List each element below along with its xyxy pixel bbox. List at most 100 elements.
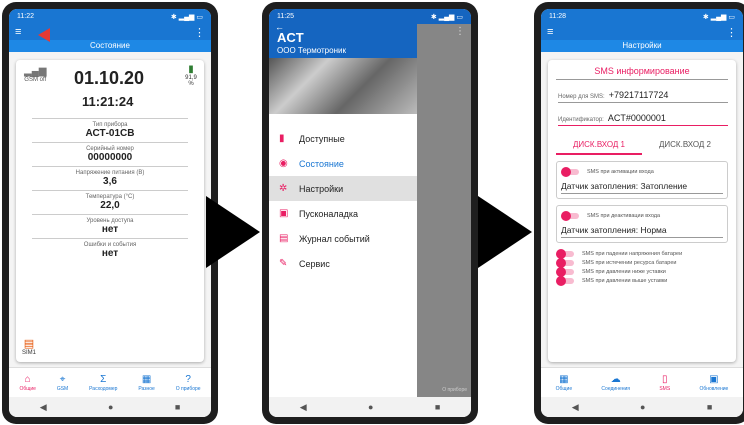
menu-item-commissioning[interactable]: ▣ Пусконаладка: [269, 201, 417, 226]
phone-settings: 11:28 ✱ ▂▄▆ ▭ ≡ ⋮ Настройки SMS информир…: [534, 2, 744, 424]
toggle-switch[interactable]: [561, 167, 579, 177]
nav-sms[interactable]: ▯ SMS: [659, 374, 670, 392]
system-navigation: ◀ ● ■: [541, 397, 743, 417]
phone-status: 11:22 ✱ ▂▄▆ ▭ ≡ ⋮ Состояние ▂▄▆ GSM off …: [2, 2, 218, 424]
nav-general[interactable]: ⌂ Общие: [19, 374, 35, 392]
menu-label: Состояние: [299, 158, 344, 169]
nav-connections[interactable]: ☁ Соединения: [601, 374, 630, 392]
dimmed-background[interactable]: ⋮ О приборе: [417, 24, 471, 397]
phone-drawer: 11:25 ✱ ▂▄▆ ▭ ← ACT ООО Термотроник ▮ Дос…: [262, 2, 478, 424]
nav-about[interactable]: ? О приборе: [176, 374, 201, 392]
home-button-icon[interactable]: ●: [368, 402, 373, 412]
nav-label: Разное: [138, 385, 155, 392]
drawer-header: ← ACT ООО Термотроник: [269, 24, 417, 114]
field-label: Номер для SMS:: [558, 94, 605, 100]
toggle-label: SMS при истечении ресурса батареи: [582, 260, 677, 266]
nav-gsm[interactable]: ⌖ GSM: [57, 374, 68, 392]
sms-settings-card: SMS информирование Номер для SMS: +79217…: [548, 60, 736, 362]
recents-icon[interactable]: ■: [175, 402, 180, 412]
deactivation-message-field[interactable]: Датчик затопления: Норма: [561, 222, 723, 238]
nav-label: Общие: [555, 385, 573, 392]
nav-label: Обновление: [699, 385, 729, 392]
back-icon[interactable]: ◀: [300, 402, 307, 413]
menu-label: Пусконаладка: [299, 208, 359, 219]
sms-number-field[interactable]: Номер для SMS: +79217117724: [558, 90, 728, 103]
nav-misc[interactable]: ▦ Разное: [138, 374, 155, 392]
signal-battery-icons: ✱ ▂▄▆ ▭: [170, 13, 203, 21]
nav-update[interactable]: ▣ Обновление: [699, 374, 728, 392]
status-bar: 11:28 ✱ ▂▄▆ ▭: [541, 9, 743, 24]
menu-label: Сервис: [299, 258, 330, 269]
app-bar: ≡ ⋮: [541, 24, 743, 40]
more-icon[interactable]: ⋮: [726, 26, 737, 39]
next-step-arrow-icon: [478, 196, 532, 268]
menu-item-service[interactable]: ✎ Сервис: [269, 251, 417, 276]
menu-label: Доступные: [299, 133, 345, 144]
toggle-switch[interactable]: [556, 267, 574, 277]
menu-label: Настройки: [299, 183, 344, 194]
home-button-icon[interactable]: ●: [108, 402, 113, 412]
battery-icon: ▮: [188, 64, 194, 75]
info-value: 22,0: [100, 200, 120, 211]
deactivation-toggle[interactable]: SMS при деактивации входа: [561, 211, 723, 221]
home-icon: ⌂: [24, 373, 31, 385]
menu-icon[interactable]: ≡: [15, 26, 21, 38]
field-value: +79217117724: [608, 90, 669, 100]
toggle-label: SMS при деактивации входа: [587, 213, 661, 219]
signal-battery-icons: ✱ ▂▄▆ ▭: [702, 13, 735, 21]
field-value: ACT#0000001: [607, 113, 666, 123]
identifier-field[interactable]: Идентификатор: ACT#0000001: [558, 113, 728, 126]
recents-icon[interactable]: ■: [707, 402, 712, 412]
more-icon[interactable]: ⋮: [194, 26, 205, 39]
toggle-switch[interactable]: [556, 258, 574, 268]
info-row: Температура (°С) 22,0: [32, 190, 188, 214]
battery-expiry-toggle[interactable]: SMS при истечении ресурса батареи: [556, 258, 728, 268]
menu-item-settings[interactable]: ✲ Настройки: [269, 176, 417, 201]
system-navigation: ◀ ● ■: [9, 397, 211, 417]
tab-input-1[interactable]: ДИСК.ВХОД 1: [556, 136, 642, 155]
menu-item-status[interactable]: ◉ Состояние: [269, 151, 417, 176]
menu-icon[interactable]: ≡: [547, 26, 553, 38]
pressure-low-toggle[interactable]: SMS при давлении ниже уставки: [556, 267, 728, 277]
tab-input-2[interactable]: ДИСК.ВХОД 2: [642, 136, 728, 155]
menu-label: Журнал событий: [299, 233, 370, 244]
toggle-label: SMS при активации входа: [587, 169, 654, 175]
home-button-icon[interactable]: ●: [640, 402, 645, 412]
activation-toggle[interactable]: SMS при активации входа: [561, 167, 723, 177]
settings-icon: ✲: [279, 183, 288, 194]
pressure-high-toggle[interactable]: SMS при давлении выше уставки: [556, 276, 728, 286]
input-tabs: ДИСК.ВХОД 1 ДИСК.ВХОД 2: [556, 136, 728, 155]
screen-settings: 11:28 ✱ ▂▄▆ ▭ ≡ ⋮ Настройки SMS информир…: [541, 9, 743, 417]
nav-label: SMS: [659, 385, 671, 392]
status-bar: 11:25 ✱ ▂▄▆ ▭: [269, 9, 471, 24]
grid-icon: ▦: [141, 373, 152, 385]
next-step-arrow-icon: [206, 196, 260, 268]
nav-flowmeter[interactable]: Σ Расходомер: [89, 374, 117, 392]
nav-label: Расходомер: [89, 385, 118, 392]
cloud-icon: ☁: [610, 373, 621, 385]
battery-indicator: ▮ 91,9 %: [184, 64, 198, 87]
recents-icon[interactable]: ■: [435, 402, 440, 412]
toggle-switch[interactable]: [561, 211, 579, 221]
info-row: Напряжение питания (В) 3,6: [32, 166, 188, 190]
tool-icon: ▣: [279, 208, 289, 219]
gsm-label: GSM off: [24, 77, 47, 83]
bottom-navigation: ⌂ Общие ⌖ GSM Σ Расходомер ▦ Разное ? О прибо…: [9, 367, 211, 397]
signal-icon: ▂▄▆: [24, 66, 47, 77]
screen-drawer: 11:25 ✱ ▂▄▆ ▭ ← ACT ООО Термотроник ▮ Дос…: [269, 9, 471, 417]
menu-item-available[interactable]: ▮ Доступные: [269, 126, 417, 151]
menu-item-event-log[interactable]: ▤ Журнал событий: [269, 226, 417, 251]
status-card: ▂▄▆ GSM off 01.10.20 11:21:24 ▮ 91,9 % Т…: [16, 60, 204, 362]
back-icon[interactable]: ◀: [572, 402, 579, 413]
pointer-arrow-icon: [38, 28, 50, 42]
low-voltage-toggle[interactable]: SMS при падении напряжения батареи: [556, 249, 728, 259]
back-icon[interactable]: ◀: [40, 402, 47, 413]
nav-general[interactable]: ▦ Общие: [556, 374, 572, 392]
toggle-switch[interactable]: [556, 276, 574, 286]
activation-group: SMS при активации входа Датчик затоплени…: [556, 161, 728, 199]
toggle-switch[interactable]: [556, 249, 574, 259]
info-value: 3,6: [103, 176, 117, 187]
sim-label: SIM1: [22, 350, 37, 356]
info-value: нет: [101, 224, 119, 235]
activation-message-field[interactable]: Датчик затопления: Затопление: [561, 178, 723, 194]
